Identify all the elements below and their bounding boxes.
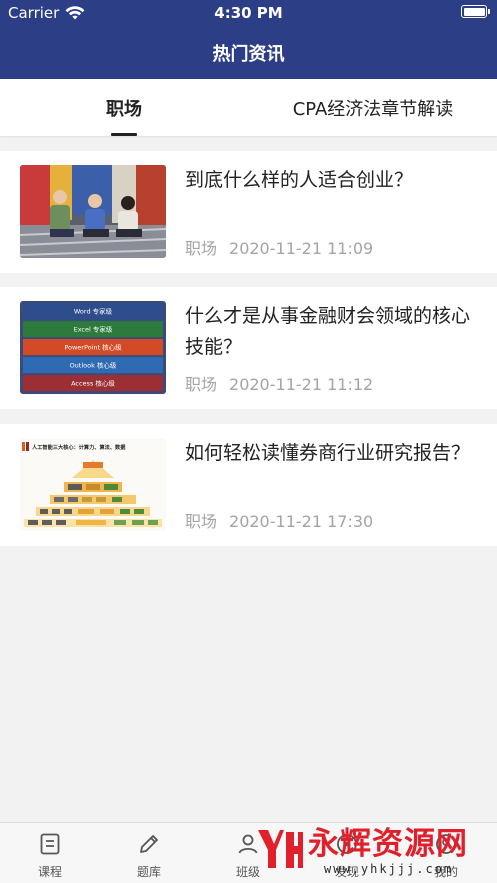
skill-bar-label: Word 专家级	[74, 306, 113, 315]
article-item[interactable]: 到底什么样的人适合创业？ 职场 2020-11-21 11:09	[0, 151, 497, 273]
tabbar-item-question-bank[interactable]: 题库	[99, 823, 199, 883]
article-thumbnail-pyramid: 人工智能三大核心：计算力、算法、数据	[20, 438, 166, 531]
tab-cpa-economic-law[interactable]: CPA经济法章节解读	[264, 79, 482, 136]
tab-workplace[interactable]: 职场	[60, 79, 188, 136]
skill-bar-label: Excel 专家级	[74, 324, 113, 333]
battery-icon	[461, 5, 490, 18]
skill-bar-label: Access 核心级	[71, 378, 115, 387]
article-title: 什么才是从事金融财会领域的核心技能？	[185, 305, 471, 358]
watermark-text: 永辉资源网	[308, 826, 468, 862]
pyramid-heading: 人工智能三大核心：计算力、算法、数据	[32, 443, 126, 451]
article-category: 职场	[185, 512, 218, 531]
category-tabs: 职场 CPA经济法章节解读	[0, 79, 497, 136]
pencil-icon	[140, 835, 158, 853]
article-date: 2020-11-21 11:09	[229, 239, 374, 258]
navigation-header: Carrier 4:30 PM 热门资讯	[0, 0, 497, 79]
tabbar-label: 题库	[136, 865, 161, 879]
status-time: 4:30 PM	[214, 4, 283, 22]
article-thumbnail-photo	[20, 165, 166, 258]
article-meta: 职场 2020-11-21 11:12	[185, 371, 373, 395]
article-category: 职场	[185, 375, 218, 394]
article-item[interactable]: 人工智能三大核心：计算力、算法、数据 如何轻松读懂券商行业研究报告？ 职场 202…	[0, 424, 497, 546]
article-title: 如何轻松读懂券商行业研究报告？	[185, 442, 471, 464]
status-bar: Carrier 4:30 PM	[0, 0, 497, 26]
article-meta: 职场 2020-11-21 11:09	[185, 235, 373, 259]
watermark: 永辉资源网 www.yhkjjj.com	[254, 826, 474, 878]
tabbar-item-courses[interactable]: 课程	[0, 823, 100, 883]
article-title: 到底什么样的人适合创业？	[185, 169, 414, 191]
skill-bar-label: Outlook 核心级	[70, 360, 117, 369]
article-item[interactable]: Word 专家级 Excel 专家级 PowerPoint 核心级 Outlook 核…	[0, 287, 497, 409]
article-date: 2020-11-21 17:30	[229, 512, 374, 531]
watermark-url: www.yhkjjj.com	[324, 862, 454, 876]
article-thumbnail-office-skills: Word 专家级 Excel 专家级 PowerPoint 核心级 Outlook 核…	[20, 301, 166, 394]
article-category: 职场	[185, 239, 218, 258]
document-icon	[40, 833, 60, 855]
tabbar-label: 课程	[37, 865, 62, 879]
article-date: 2020-11-21 11:12	[229, 375, 374, 394]
page-title: 热门资讯	[212, 44, 285, 65]
skill-bar-label: PowerPoint 核心级	[64, 342, 122, 351]
watermark-logo-icon	[258, 830, 303, 868]
article-meta: 职场 2020-11-21 17:30	[185, 508, 373, 532]
tab-selected-indicator	[111, 133, 137, 136]
